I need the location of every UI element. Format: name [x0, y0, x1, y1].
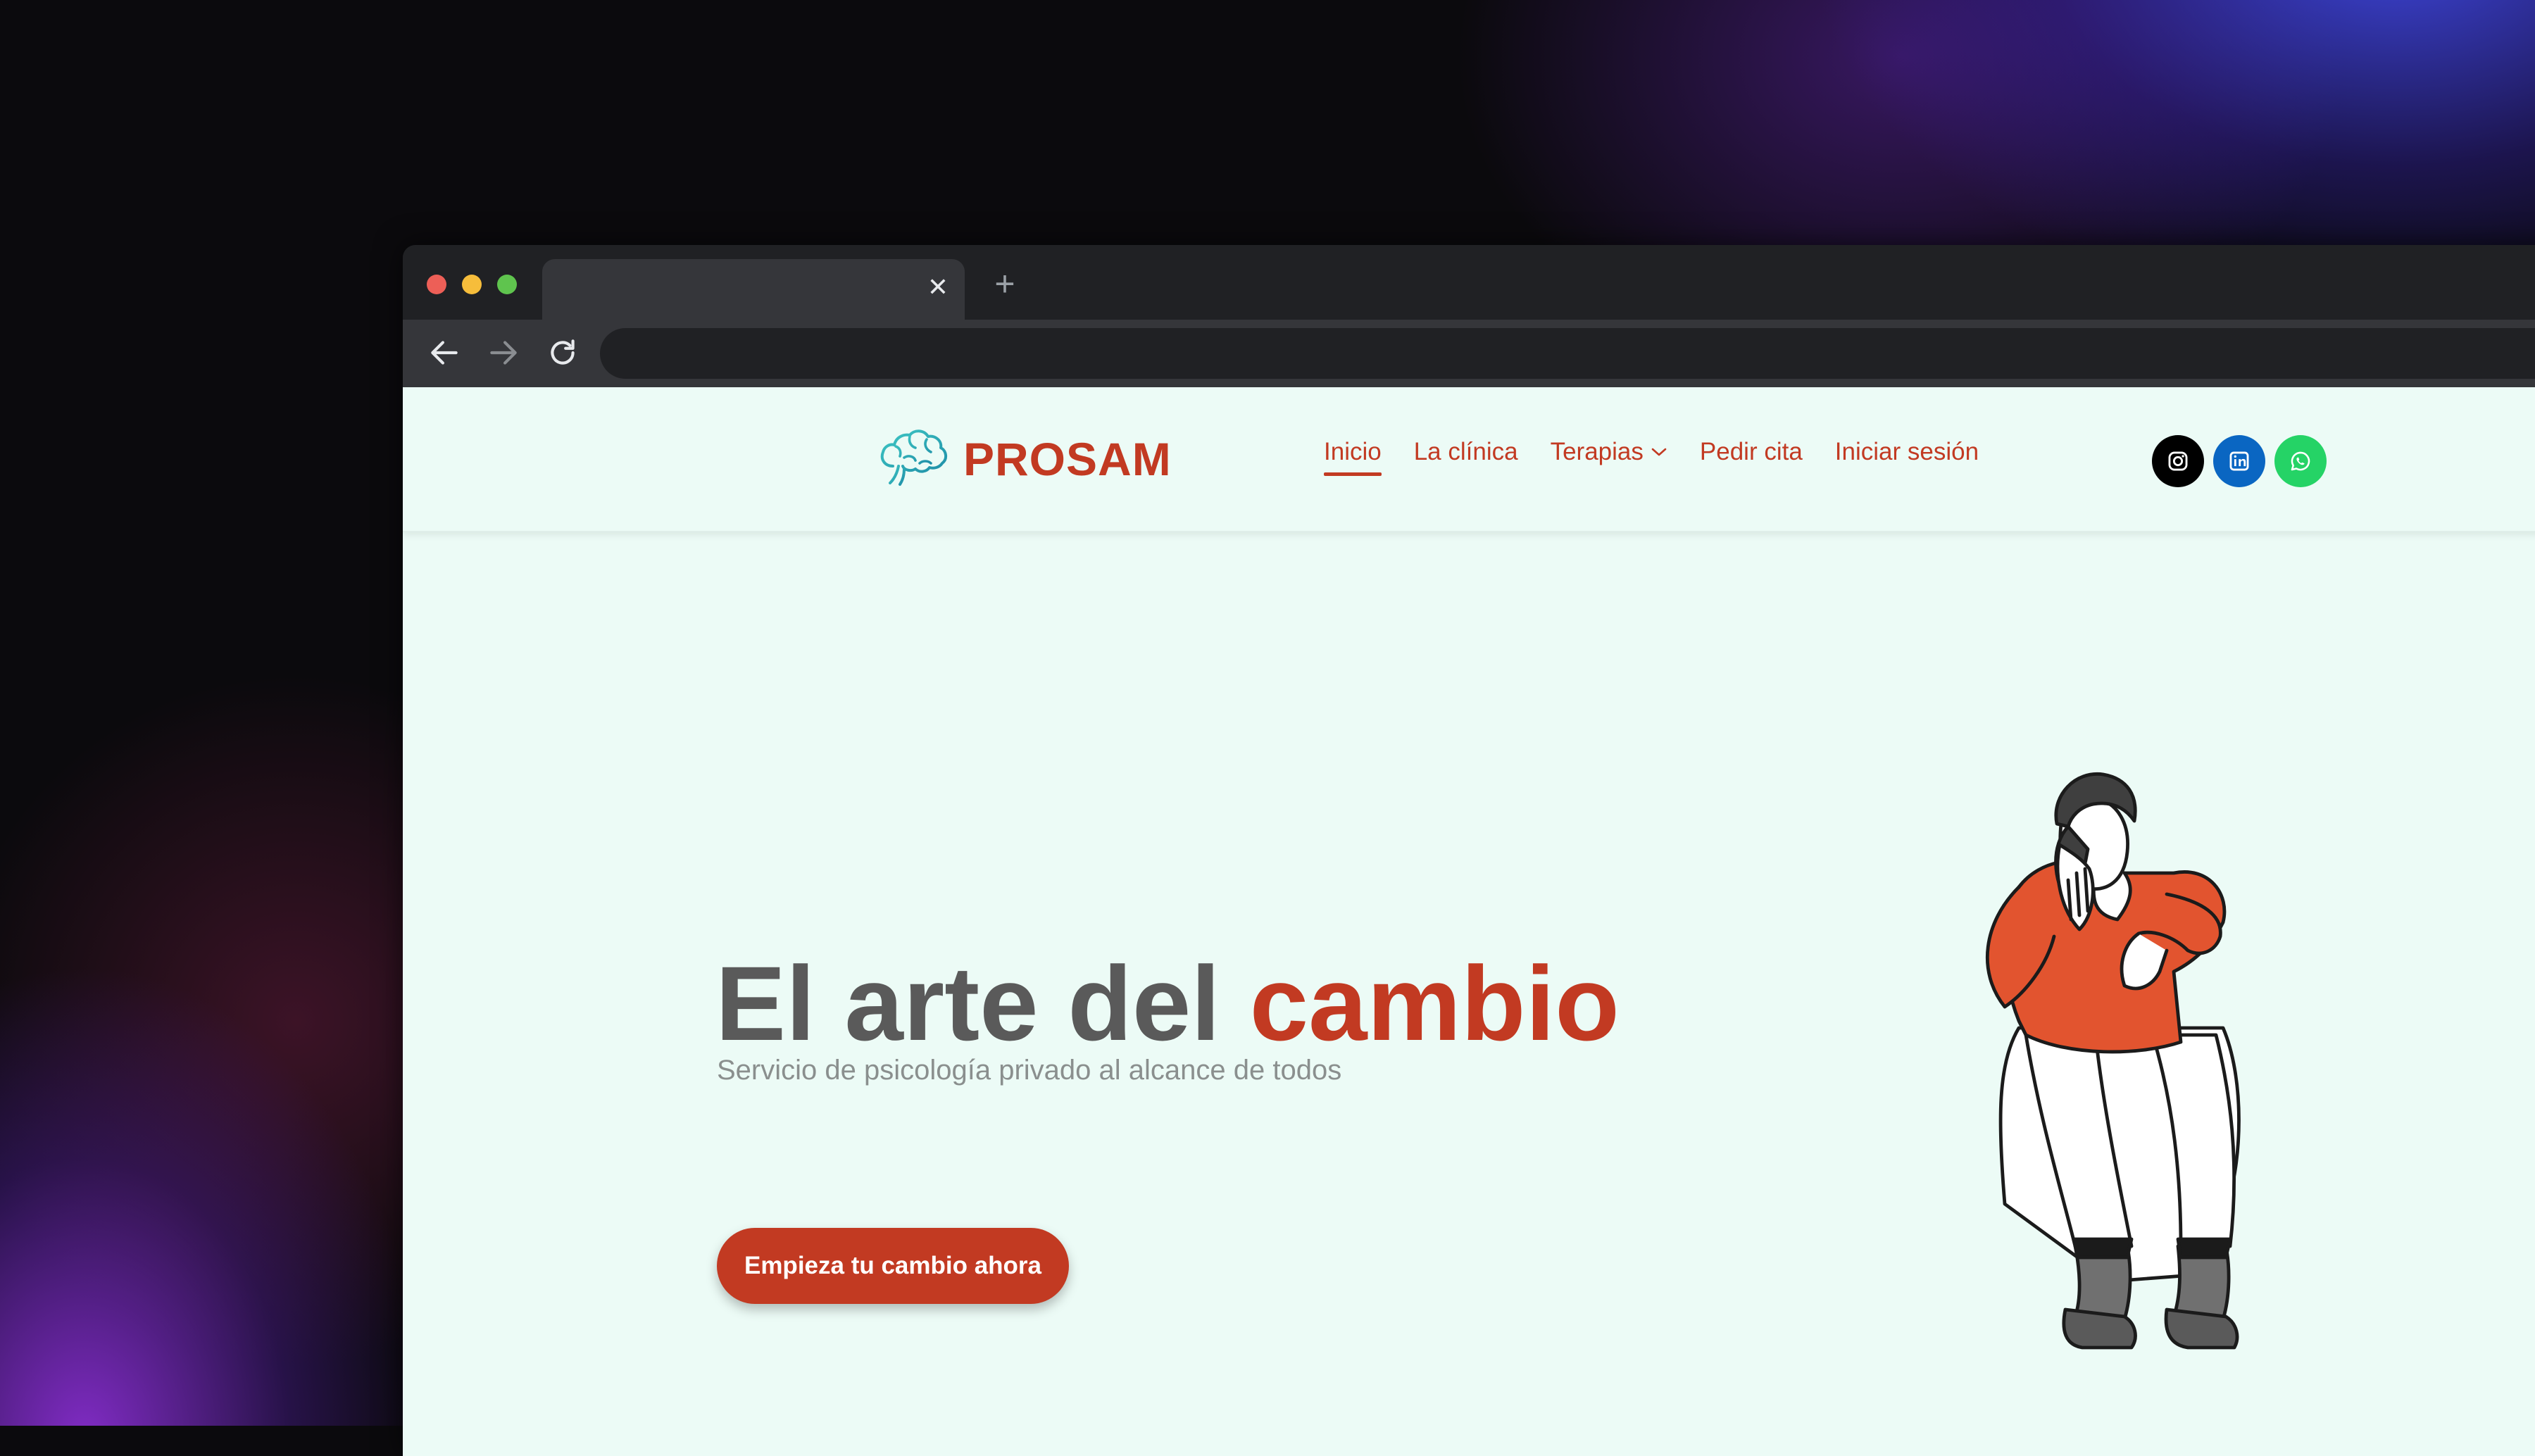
start-change-button[interactable]: Empieza tu cambio ahora — [717, 1228, 1069, 1304]
tab-close-icon[interactable]: ✕ — [925, 275, 951, 300]
back-arrow-icon[interactable] — [427, 335, 462, 370]
brand-name: PROSAM — [963, 433, 1172, 485]
close-window-button[interactable] — [427, 275, 446, 294]
browser-tab[interactable]: ✕ — [542, 259, 965, 321]
tab-strip: ✕ + — [403, 245, 2535, 321]
nav-item-terapias[interactable]: Terapias — [1551, 438, 1667, 476]
main-nav: Inicio La clínica Terapias Pedir cita In… — [1324, 438, 2011, 476]
maximize-window-button[interactable] — [497, 275, 517, 294]
site-header: PROSAM Inicio La clínica Terapias Pedir … — [403, 387, 2535, 532]
browser-window: ✕ + PROSAM Inicio La clínica Terapias Pe… — [403, 245, 2535, 1456]
minimize-window-button[interactable] — [462, 275, 482, 294]
hero-title-accent: cambio — [1249, 944, 1620, 1062]
brain-icon — [880, 429, 947, 486]
nav-item-iniciar-sesion[interactable]: Iniciar sesión — [1835, 438, 1979, 476]
nav-item-la-clinica[interactable]: La clínica — [1414, 438, 1518, 476]
hero-title: El arte del cambio — [715, 950, 1620, 1056]
whatsapp-icon[interactable] — [2274, 435, 2327, 487]
forward-arrow-icon[interactable] — [486, 335, 521, 370]
sitting-person-illustration — [1985, 772, 2241, 1350]
hero-title-text: El arte del — [715, 944, 1250, 1062]
new-tab-button[interactable]: + — [987, 266, 1022, 301]
address-bar[interactable] — [600, 328, 2535, 379]
site-logo[interactable]: PROSAM — [873, 424, 1172, 494]
nav-item-inicio[interactable]: Inicio — [1324, 438, 1382, 476]
nav-item-pedir-cita[interactable]: Pedir cita — [1700, 438, 1803, 476]
reload-icon[interactable] — [545, 335, 580, 370]
web-page: PROSAM Inicio La clínica Terapias Pedir … — [403, 387, 2535, 1456]
chevron-down-icon — [1651, 441, 1667, 463]
linkedin-icon[interactable] — [2213, 435, 2265, 487]
instagram-icon[interactable] — [2152, 435, 2204, 487]
hero-subtitle: Servicio de psicología privado al alcanc… — [717, 1055, 1342, 1086]
nav-item-terapias-label: Terapias — [1550, 438, 1644, 465]
